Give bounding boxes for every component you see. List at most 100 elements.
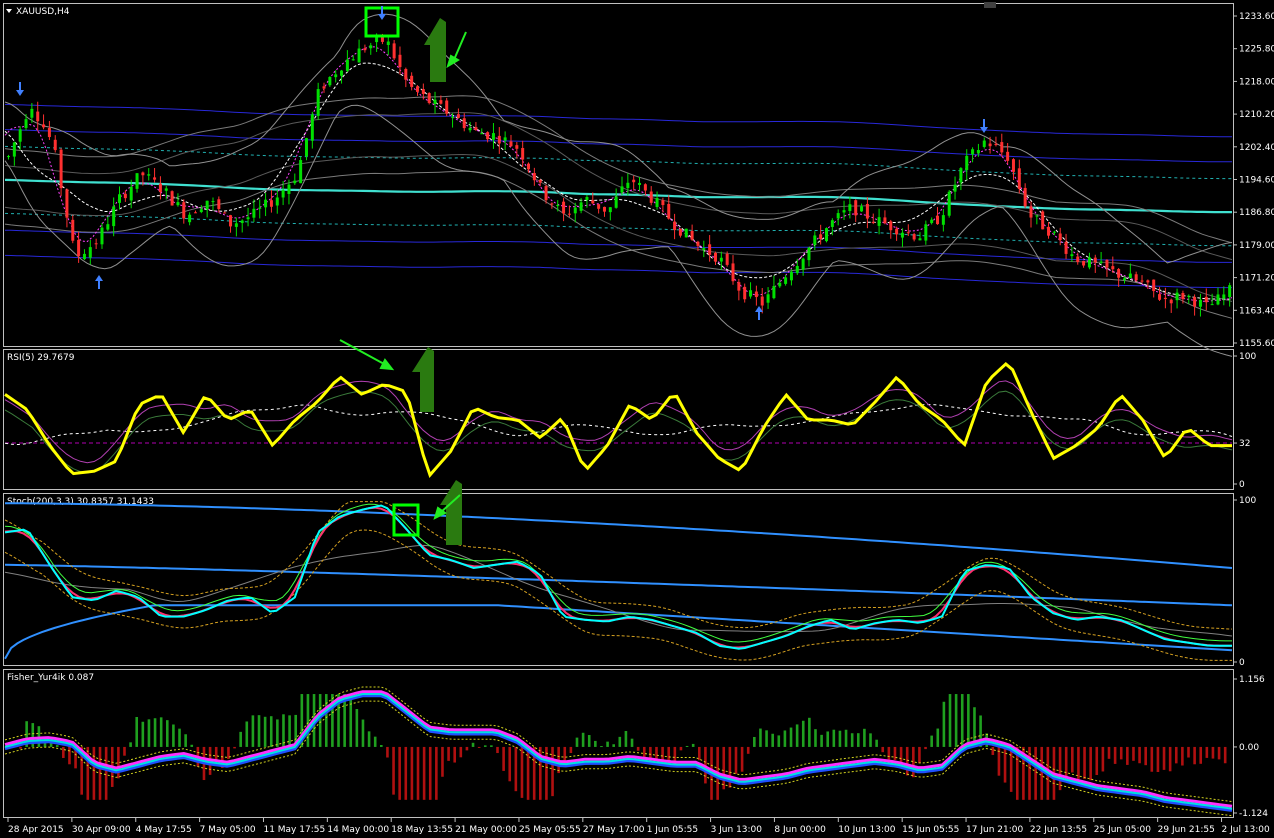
- fisher-histogram-bar: [355, 709, 359, 747]
- candle-body: [971, 149, 975, 155]
- fisher-histogram-bar: [318, 694, 322, 747]
- candle-body: [211, 201, 215, 203]
- fisher-histogram-bar: [104, 746, 108, 800]
- candle-body: [544, 186, 548, 201]
- fisher-histogram-bar: [1211, 746, 1215, 759]
- fisher-histogram-bar: [1083, 746, 1086, 780]
- fisher-histogram-bar: [233, 746, 236, 749]
- candle-body: [439, 100, 443, 104]
- fisher-histogram-bar: [441, 746, 444, 777]
- candle-body: [521, 147, 525, 160]
- fisher-histogram-bar: [129, 742, 132, 747]
- fisher-histogram-bar: [159, 717, 163, 747]
- fisher-histogram-bar: [514, 746, 518, 792]
- fisher-histogram-bar: [172, 724, 175, 747]
- candle-body: [871, 221, 875, 223]
- candle-body: [240, 220, 244, 224]
- x-tick-label: 10 Jun 13:00: [838, 825, 895, 835]
- candle-body: [503, 137, 507, 141]
- candle-body: [88, 247, 92, 258]
- candle-body: [123, 193, 127, 199]
- fisher-histogram-bar: [416, 746, 420, 800]
- candle-body: [860, 206, 864, 212]
- fisher-histogram-bar: [740, 746, 744, 772]
- fisher-histogram-bar: [789, 727, 793, 747]
- candle-body: [59, 149, 63, 189]
- fisher-title: Fisher_Yur4ik 0.087: [7, 673, 94, 683]
- fisher-histogram-bar: [386, 746, 389, 758]
- fisher-histogram-bar: [832, 729, 836, 747]
- fisher-histogram-bar: [367, 731, 371, 747]
- candle-body: [310, 114, 314, 141]
- x-tick-label: 2 Jul 13:00: [1222, 825, 1271, 835]
- candle-body: [193, 212, 197, 214]
- candle-body: [976, 149, 980, 154]
- fisher-histogram-bar: [734, 746, 738, 774]
- fisher-histogram-bar: [465, 746, 469, 751]
- candle-body: [24, 119, 28, 128]
- y-tick-label: 1163.40: [1239, 306, 1274, 316]
- x-tick-label: 29 Jun 21:55: [1158, 825, 1215, 835]
- candle-body: [1204, 296, 1208, 303]
- candle-body: [562, 201, 566, 214]
- fisher-histogram-bar: [991, 746, 995, 755]
- candle-body: [100, 227, 104, 245]
- y-tick-label: 1233.60: [1239, 12, 1274, 22]
- fisher-histogram-bar: [618, 736, 622, 747]
- candle-body: [784, 277, 788, 284]
- fisher-histogram-bar: [178, 728, 181, 747]
- fisher-histogram-bar: [453, 746, 456, 763]
- fisher-histogram-bar: [820, 734, 823, 747]
- fisher-histogram-bar: [948, 694, 952, 747]
- candle-body: [410, 75, 414, 87]
- x-tick-label: 17 Jun 21:00: [966, 825, 1023, 835]
- fisher-histogram-bar: [1181, 746, 1184, 766]
- candle-body: [941, 215, 945, 225]
- candle-body: [217, 199, 221, 209]
- fisher-histogram-bar: [930, 735, 933, 747]
- candle-body: [965, 155, 969, 171]
- fisher-histogram-bar: [838, 730, 842, 747]
- fisher-histogram-bar: [1162, 746, 1166, 770]
- candle-body: [18, 129, 22, 142]
- x-tick-label: 18 May 13:55: [391, 825, 453, 835]
- fisher-histogram-bar: [1119, 746, 1123, 760]
- candle-body: [304, 138, 308, 157]
- fisher-histogram-bar: [636, 746, 640, 751]
- candle-body: [754, 291, 758, 298]
- fisher-histogram-bar: [306, 694, 310, 747]
- x-tick-label: 15 Jun 05:55: [902, 825, 959, 835]
- fisher-histogram-bar: [19, 746, 22, 749]
- candle-body: [538, 179, 542, 183]
- fisher-histogram-bar: [783, 730, 787, 747]
- fisher-histogram-bar: [55, 745, 59, 747]
- candle-body: [456, 114, 460, 118]
- fisher-histogram-bar: [1028, 746, 1031, 800]
- fisher-histogram-bar: [1077, 746, 1080, 779]
- candle-body: [269, 200, 273, 207]
- candle-body: [667, 203, 671, 219]
- fisher-histogram-bar: [612, 744, 615, 747]
- candle-body: [515, 145, 519, 149]
- fisher-histogram-bar: [765, 730, 768, 747]
- close-button[interactable]: [984, 2, 996, 8]
- x-tick-label: 3 Jun 13:00: [711, 825, 763, 835]
- candle-body: [252, 208, 256, 218]
- candle-body: [655, 198, 659, 207]
- x-tick-label: 1 Jun 05:55: [647, 825, 698, 835]
- fisher-histogram-bar: [1034, 746, 1037, 800]
- candle-body: [1011, 159, 1015, 172]
- candle-body: [895, 228, 899, 235]
- trading-chart[interactable]: 1233.60 1225.80 1218.00 1210.20 1202.40 1194.…: [0, 0, 1274, 838]
- fisher-histogram-bar: [954, 694, 958, 747]
- fisher-histogram-bar: [1058, 746, 1062, 791]
- candle-body: [1076, 256, 1080, 262]
- fisher-histogram-bar: [594, 740, 597, 747]
- candle-body: [550, 203, 554, 205]
- fisher-histogram-bar: [398, 746, 401, 800]
- fisher-histogram-bar: [1217, 746, 1221, 760]
- candle-body: [468, 127, 472, 131]
- candle-body: [345, 59, 349, 71]
- fisher-histogram-bar: [936, 728, 940, 747]
- candle-body: [1029, 206, 1033, 218]
